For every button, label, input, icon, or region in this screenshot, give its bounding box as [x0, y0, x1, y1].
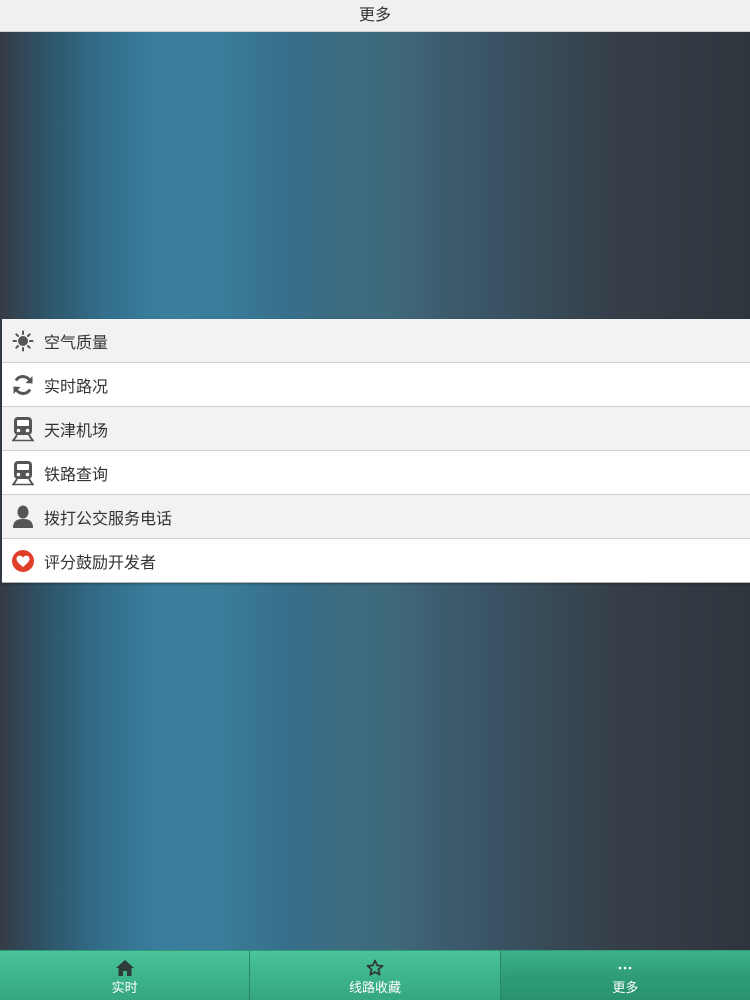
- menu-item-label: 拨打公交服务电话: [44, 508, 173, 528]
- tab-label: 线路收藏: [348, 981, 401, 996]
- menu-item-label: 评分鼓励开发者: [44, 552, 157, 572]
- menu-item-railway[interactable]: 铁路查询: [2, 451, 750, 495]
- tab-favorites[interactable]: 线路收藏: [250, 951, 501, 1000]
- train-icon: [11, 416, 35, 442]
- tab-label: 实时: [111, 981, 138, 996]
- menu-item-label: 实时路况: [44, 376, 109, 396]
- bottom-tab-bar: 实时 线路收藏 更多: [0, 950, 750, 1000]
- user-icon: [11, 505, 35, 529]
- heart-icon: [11, 549, 35, 573]
- menu-item-air-quality[interactable]: 空气质量: [2, 319, 750, 363]
- menu-item-label: 铁路查询: [44, 464, 109, 484]
- sun-icon: [11, 329, 35, 353]
- train-icon: [11, 460, 35, 486]
- menu-item-airport[interactable]: 天津机场: [2, 407, 750, 451]
- home-icon: [115, 959, 134, 977]
- ellipsis-icon: [618, 959, 632, 977]
- refresh-icon: [11, 373, 35, 397]
- more-menu-list: 空气质量 实时路况 天津机场 铁路查询 拨打公交服务电话 评分鼓励开发者: [2, 319, 750, 583]
- menu-item-traffic[interactable]: 实时路况: [2, 363, 750, 407]
- page-title: 更多: [0, 0, 750, 32]
- tab-label: 更多: [612, 981, 639, 996]
- menu-item-label: 天津机场: [44, 420, 109, 440]
- menu-item-rate-developer[interactable]: 评分鼓励开发者: [2, 539, 750, 583]
- star-icon: [366, 959, 384, 977]
- menu-item-label: 空气质量: [44, 332, 109, 352]
- tab-realtime[interactable]: 实时: [0, 951, 251, 1000]
- tab-more[interactable]: 更多: [500, 951, 750, 1000]
- menu-item-bus-hotline[interactable]: 拨打公交服务电话: [2, 495, 750, 539]
